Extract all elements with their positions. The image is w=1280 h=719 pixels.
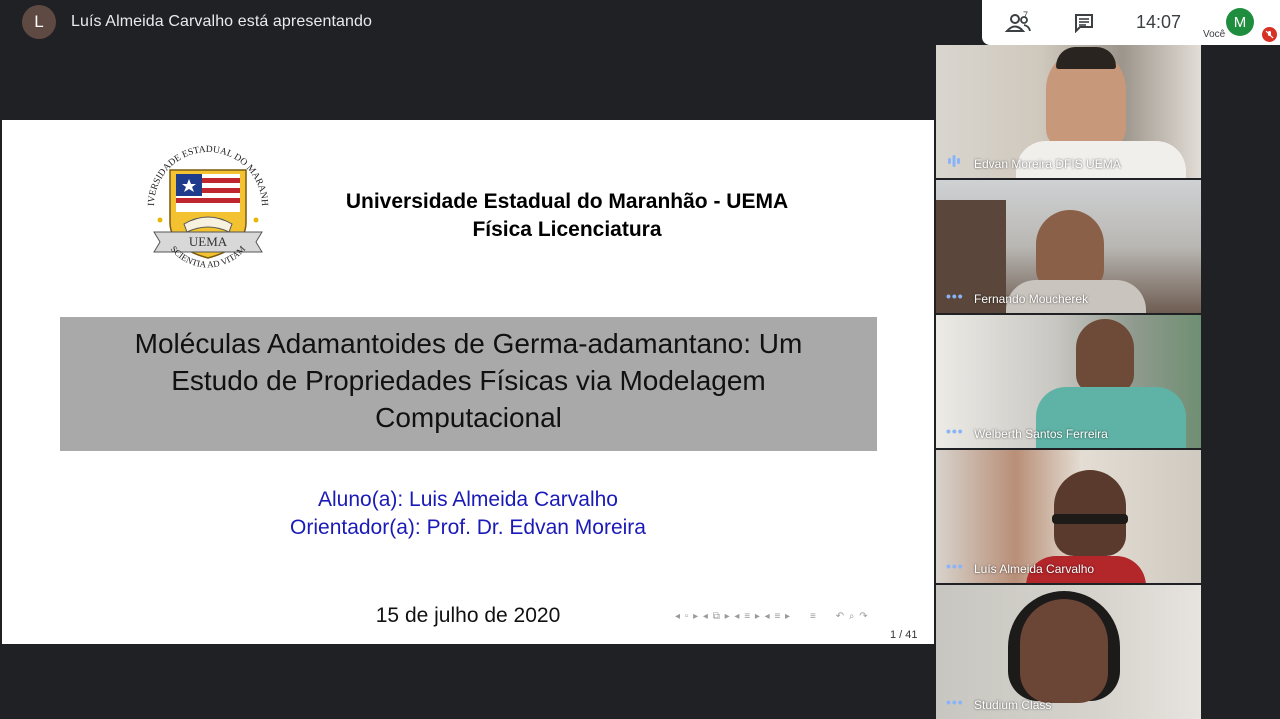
presenter-label: Luís Almeida Carvalho está apresentando bbox=[71, 13, 372, 30]
participant-tile[interactable]: Edvan Moreira DFIS UEMA bbox=[936, 45, 1201, 178]
page-number: 1 / 41 bbox=[890, 629, 918, 641]
beamer-navigation[interactable]: ◂ ▫ ▸ ◂ ⧉ ▸ ◂ ≡ ▸ ◂ ≡ ▸ ≡ ↶ ⌕ ↷ bbox=[675, 611, 869, 622]
course-name: Física Licenciatura bbox=[472, 218, 662, 241]
more-options-icon[interactable]: ••• bbox=[946, 694, 964, 710]
participant-tile[interactable]: ••• Welberth Santos Ferreira bbox=[936, 315, 1201, 448]
title-line: Moléculas Adamantoides de Germa-adamanta… bbox=[134, 328, 803, 359]
logo-banner-text: UEMA bbox=[189, 234, 228, 249]
authors: Aluno(a): Luis Almeida Carvalho Orientad… bbox=[2, 486, 934, 542]
more-options-icon[interactable]: ••• bbox=[946, 558, 964, 574]
participant-video bbox=[1076, 319, 1134, 393]
clock: 14:07 bbox=[1136, 12, 1182, 32]
participant-tile[interactable]: ••• Studium Class bbox=[936, 585, 1201, 719]
participant-tile[interactable]: ••• Fernando Moucherek bbox=[936, 180, 1201, 313]
university-name: Universidade Estadual do Maranhão - UEMA bbox=[345, 190, 789, 213]
presenter-avatar: L bbox=[22, 5, 56, 39]
participant-name: Luís Almeida Carvalho bbox=[974, 562, 1095, 576]
presenter-bar: L Luís Almeida Carvalho está apresentand… bbox=[0, 0, 372, 44]
participant-count: 7 bbox=[1023, 10, 1029, 20]
more-options-icon[interactable]: ••• bbox=[946, 288, 964, 304]
participant-name: Fernando Moucherek bbox=[974, 292, 1089, 306]
participant-name: Welberth Santos Ferreira bbox=[974, 427, 1108, 441]
people-icon[interactable] bbox=[1004, 12, 1034, 34]
participant-video bbox=[1020, 599, 1108, 703]
university-title: Universidade Estadual do Maranhão - UEMA… bbox=[302, 188, 832, 244]
participant-video bbox=[1036, 210, 1104, 290]
participant-name: Edvan Moreira DFIS UEMA bbox=[974, 157, 1121, 171]
participant-name: Studium Class bbox=[974, 698, 1052, 712]
uema-logo: UNIVERSIDADE ESTADUAL DO MARANHÃO UEMA S… bbox=[140, 128, 269, 270]
chat-icon[interactable] bbox=[1074, 13, 1094, 33]
advisor-name: Orientador(a): Prof. Dr. Edvan Moreira bbox=[290, 516, 646, 539]
title-line: Computacional bbox=[375, 402, 562, 433]
presentation-slide: UNIVERSIDADE ESTADUAL DO MARANHÃO UEMA S… bbox=[2, 120, 934, 644]
self-label: Você bbox=[1203, 29, 1226, 40]
speaking-indicator-icon bbox=[948, 155, 960, 167]
mic-off-icon bbox=[1262, 27, 1277, 42]
title-line: Estudo de Propriedades Físicas via Model… bbox=[171, 365, 766, 396]
student-name: Aluno(a): Luis Almeida Carvalho bbox=[318, 488, 618, 511]
participant-video bbox=[1054, 470, 1126, 556]
participant-tile[interactable]: ••• Luís Almeida Carvalho bbox=[936, 450, 1201, 583]
meet-window: L Luís Almeida Carvalho está apresentand… bbox=[0, 0, 1280, 719]
slide-title: Moléculas Adamantoides de Germa-adamanta… bbox=[60, 325, 877, 436]
slide-title-box: Moléculas Adamantoides de Germa-adamanta… bbox=[60, 317, 877, 451]
more-options-icon[interactable]: ••• bbox=[946, 423, 964, 439]
top-right-panel: 7 14:07 M Você bbox=[982, 0, 1280, 45]
self-avatar[interactable]: M bbox=[1226, 8, 1254, 36]
